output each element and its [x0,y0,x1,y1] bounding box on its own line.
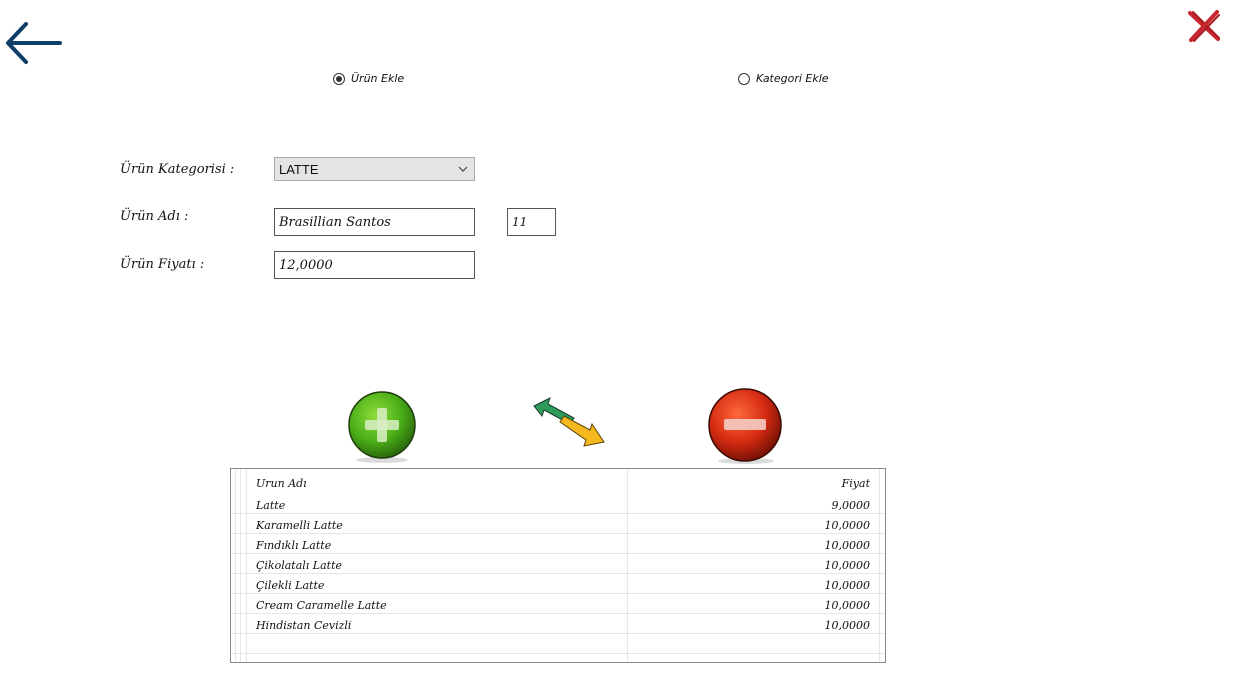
close-x-icon [1188,10,1220,42]
cell-product-name: Çikolatalı Latte [256,558,343,572]
back-button[interactable] [4,18,64,68]
radio-label-add-product: Ürün Ekle [351,72,405,85]
cell-price: 10,0000 [824,578,871,592]
radio-add-product[interactable]: Ürün Ekle [333,72,404,85]
category-select-value: LATTE [279,161,319,177]
product-management-window: Ürün Ekle Kategori Ekle Ürün Kategorisi … [0,0,1233,693]
category-label: Ürün Kategorisi : [120,162,235,177]
grid-line [231,653,885,654]
table-row[interactable]: Latte 9,0000 [231,495,885,515]
product-id-input[interactable]: 11 [507,208,556,236]
minus-circle-icon [708,388,782,464]
radio-button-unchecked[interactable] [738,72,750,85]
add-button[interactable] [344,388,420,464]
product-name-value: Brasillian Santos [279,214,391,230]
products-table[interactable]: Urun Adı Fiyat Latte 9,0000 Karamelli La… [230,468,886,663]
table-row[interactable]: Cream Caramelle Latte 10,0000 [231,595,885,615]
product-id-value: 11 [512,215,528,229]
cell-price: 10,0000 [824,598,871,612]
category-select[interactable]: LATTE [274,157,475,181]
table-row[interactable]: Çilekli Latte 10,0000 [231,575,885,595]
radio-label-add-category: Kategori Ekle [756,72,829,85]
close-button[interactable] [1186,8,1222,44]
cell-product-name: Latte [256,498,286,512]
table-row[interactable]: Fındıklı Latte 10,0000 [231,535,885,555]
product-price-value: 12,0000 [279,257,333,273]
table-row[interactable]: Çikolatalı Latte 10,0000 [231,555,885,575]
header-product-name[interactable]: Urun Adı [256,477,307,490]
arrow-left-icon [6,22,62,64]
cell-product-name: Çilekli Latte [256,578,325,592]
chevron-down-icon [458,166,468,172]
product-name-label: Ürün Adı : [120,209,189,224]
cell-product-name: Fındıklı Latte [256,538,332,552]
product-price-label: Ürün Fiyatı : [120,257,205,272]
table-header-row: Urun Adı Fiyat [231,473,885,493]
swap-arrows-icon [533,397,605,447]
product-price-input[interactable]: 12,0000 [274,251,475,279]
plus-circle-icon [348,391,416,463]
table-row[interactable]: Karamelli Latte 10,0000 [231,515,885,535]
radio-button-checked[interactable] [333,72,345,85]
cell-price: 10,0000 [824,558,871,572]
remove-button[interactable] [704,385,786,465]
update-button[interactable] [528,392,610,454]
cell-product-name: Cream Caramelle Latte [256,598,387,612]
cell-product-name: Karamelli Latte [256,518,343,532]
table-row[interactable]: Hindistan Cevizli 10,0000 [231,615,885,635]
radio-add-category[interactable]: Kategori Ekle [738,72,829,85]
cell-price: 9,0000 [831,498,871,512]
cell-product-name: Hindistan Cevizli [256,618,352,632]
cell-price: 10,0000 [824,618,871,632]
product-name-input[interactable]: Brasillian Santos [274,208,475,236]
header-price[interactable]: Fiyat [842,477,870,490]
cell-price: 10,0000 [824,538,871,552]
cell-price: 10,0000 [824,518,871,532]
